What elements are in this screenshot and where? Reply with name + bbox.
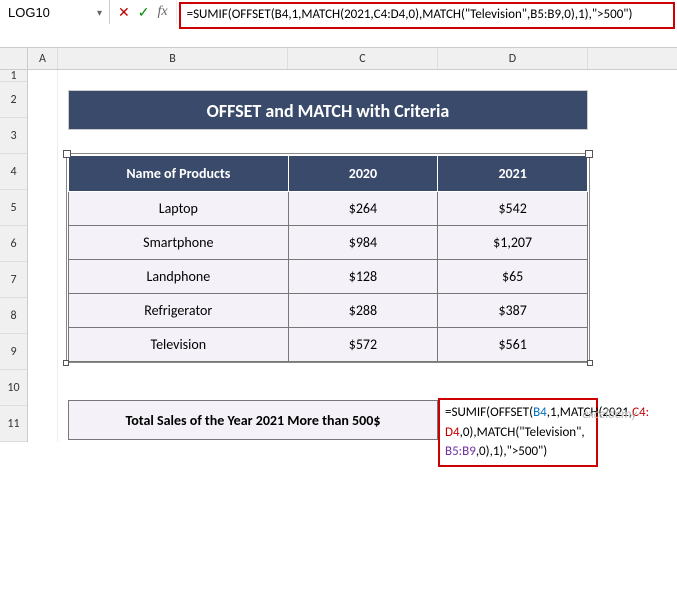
cell-product[interactable]: Smartphone (69, 226, 289, 260)
header-2020: 2020 (288, 156, 438, 192)
table-header-row: Name of Products 2020 2021 (69, 156, 588, 192)
cell-2021[interactable]: $65 (438, 260, 588, 294)
cell-product[interactable]: Laptop (69, 192, 289, 226)
formula-ref-b5b9: B5:B9 (445, 444, 476, 459)
formula-token: =SUMIF(OFFSET( (445, 405, 533, 420)
formula-bar: ▾ ✕ ✓ fx =SUMIF(OFFSET(B4,1,MATCH(2021,C… (0, 0, 677, 48)
cell-2020[interactable]: $264 (288, 192, 438, 226)
cell-2021[interactable]: $561 (438, 328, 588, 362)
row-header-2[interactable]: 2 (0, 82, 27, 118)
name-box[interactable] (4, 2, 94, 22)
table-row: Television $572 $561 (69, 328, 588, 362)
products-table: Name of Products 2020 2021 Laptop $264 $… (68, 155, 588, 362)
row-header-3[interactable]: 3 (0, 118, 27, 154)
summary-label: Total Sales of the Year 2021 More than 5… (68, 400, 438, 440)
fx-icon[interactable]: fx (158, 4, 168, 20)
row-header-5[interactable]: 5 (0, 190, 27, 226)
cell-2021[interactable]: $542 (438, 192, 588, 226)
grid-content[interactable]: OFFSET and MATCH with Criteria Name of P… (28, 70, 677, 442)
cell-product[interactable]: Television (69, 328, 289, 362)
name-box-dropdown-icon[interactable]: ▾ (94, 6, 105, 19)
table-row: Landphone $128 $65 (69, 260, 588, 294)
column-headers: A B C D (0, 48, 677, 70)
formula-input[interactable]: =SUMIF(OFFSET(B4,1,MATCH(2021,C4:D4,0),M… (179, 2, 675, 29)
column-A-area (28, 70, 58, 442)
cell-2020[interactable]: $572 (288, 328, 438, 362)
col-header-A[interactable]: A (28, 48, 58, 69)
cell-2020[interactable]: $128 (288, 260, 438, 294)
col-header-C[interactable]: C (288, 48, 438, 69)
row-headers: 1 2 3 4 5 6 7 8 9 10 11 (0, 70, 28, 442)
enter-icon[interactable]: ✓ (138, 4, 150, 21)
table-row: Laptop $264 $542 (69, 192, 588, 226)
formula-token: ,0),1),">500") (476, 444, 547, 459)
row-header-9[interactable]: 9 (0, 334, 27, 370)
row-header-10[interactable]: 10 (0, 370, 27, 406)
select-all-corner[interactable] (0, 48, 28, 69)
grid-body: 1 2 3 4 5 6 7 8 9 10 11 OFFSET and MATCH… (0, 70, 677, 442)
header-2021: 2021 (438, 156, 588, 192)
row-header-1[interactable]: 1 (0, 70, 27, 82)
cell-2020[interactable]: $984 (288, 226, 438, 260)
formula-ref-c4d4: D4 (445, 425, 460, 440)
cell-2021[interactable]: $1,207 (438, 226, 588, 260)
header-name: Name of Products (69, 156, 289, 192)
page-title: OFFSET and MATCH with Criteria (68, 90, 588, 130)
col-header-D[interactable]: D (438, 48, 588, 69)
table-row: Refrigerator $288 $387 (69, 294, 588, 328)
watermark: exceldemy (582, 407, 637, 422)
table-row: Smartphone $984 $1,207 (69, 226, 588, 260)
cell-product[interactable]: Landphone (69, 260, 289, 294)
row-header-11[interactable]: 11 (0, 406, 27, 442)
cancel-icon[interactable]: ✕ (118, 4, 130, 21)
row-header-7[interactable]: 7 (0, 262, 27, 298)
row-header-8[interactable]: 8 (0, 298, 27, 334)
col-header-B[interactable]: B (58, 48, 288, 69)
formula-token: ,0),MATCH("Television", (460, 425, 585, 440)
row-header-4[interactable]: 4 (0, 154, 27, 190)
row-header-6[interactable]: 6 (0, 226, 27, 262)
active-cell-formula[interactable]: =SUMIF(OFFSET(B4,1,MATCH(2021,C4:D4,0),M… (438, 398, 598, 467)
cell-2021[interactable]: $387 (438, 294, 588, 328)
name-box-container: ▾ (0, 0, 110, 24)
cell-product[interactable]: Refrigerator (69, 294, 289, 328)
formula-ref-b4: B4 (533, 405, 547, 420)
formula-bar-buttons: ✕ ✓ fx (110, 0, 177, 24)
cell-2020[interactable]: $288 (288, 294, 438, 328)
